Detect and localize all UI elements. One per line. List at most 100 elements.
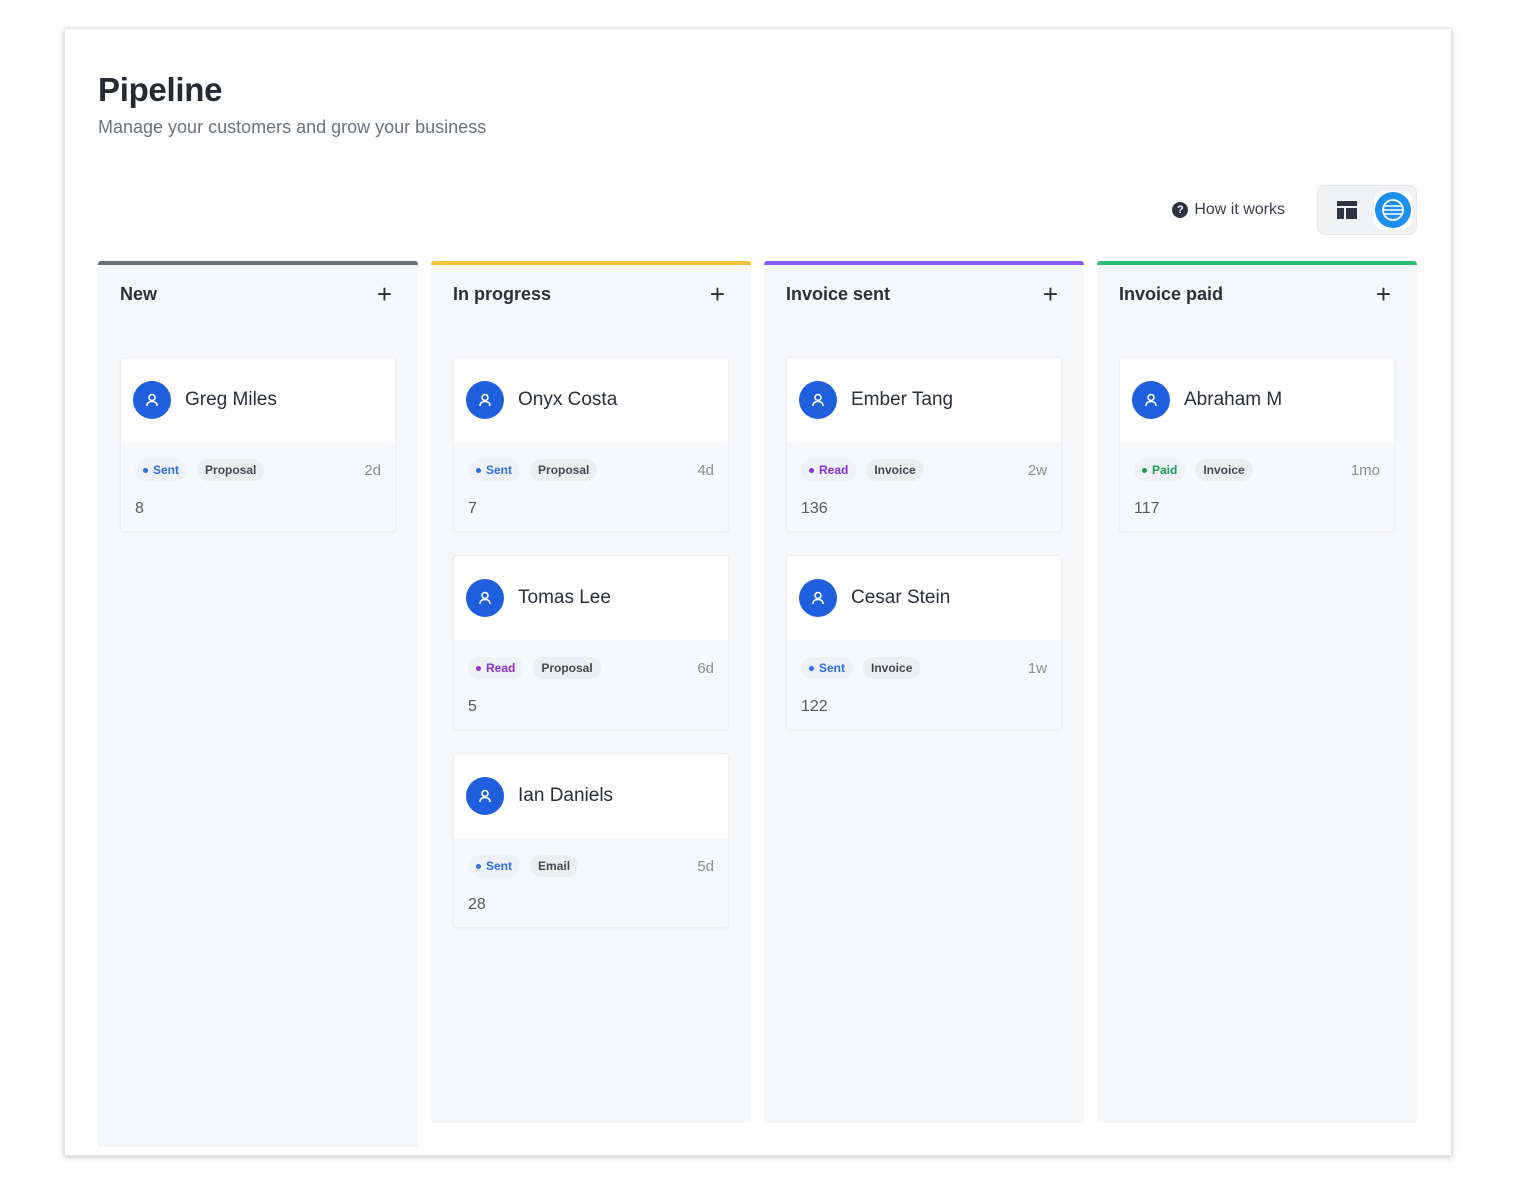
how-it-works-link[interactable]: ? How it works	[1172, 201, 1285, 219]
pipeline-column-invoice-paid: Invoice paid + Abraham M Paid Invoice 1m…	[1097, 261, 1417, 1123]
toolbar: ? How it works	[1172, 185, 1417, 235]
status-badge: Sent	[801, 657, 854, 679]
card-meta: Sent Email 5d	[454, 838, 728, 880]
add-card-button[interactable]: +	[1043, 281, 1058, 307]
status-badge: Sent	[468, 855, 521, 877]
card-count: 8	[135, 500, 144, 517]
card-header: Greg Miles	[121, 358, 395, 442]
document-type-badge: Invoice	[1195, 459, 1253, 481]
customer-card[interactable]: Cesar Stein Sent Invoice 1w 122	[786, 555, 1062, 730]
card-count: 136	[801, 500, 828, 517]
card-meta: Sent Invoice 1w	[787, 640, 1061, 682]
board-view-button[interactable]	[1328, 191, 1366, 229]
add-card-button[interactable]: +	[377, 281, 392, 307]
document-type-badge: Invoice	[866, 459, 924, 481]
customer-name: Tomas Lee	[518, 587, 611, 608]
add-card-button[interactable]: +	[1376, 281, 1391, 307]
card-count: 117	[1134, 500, 1160, 517]
view-toggle	[1317, 185, 1417, 235]
pipeline-column-invoice-sent: Invoice sent + Ember Tang Read Invoice 2…	[764, 261, 1084, 1123]
globe-view-button[interactable]	[1374, 191, 1412, 229]
status-label: Paid	[1152, 463, 1178, 477]
card-meta: Sent Proposal 4d	[454, 442, 728, 484]
card-age: 4d	[697, 461, 714, 479]
status-badge: Sent	[135, 459, 188, 481]
card-list: Ember Tang Read Invoice 2w 136 Cesar Ste…	[764, 323, 1084, 730]
card-age: 5d	[697, 857, 714, 875]
how-it-works-label: How it works	[1194, 201, 1285, 218]
column-title: Invoice paid	[1119, 283, 1224, 304]
column-header: Invoice paid +	[1097, 265, 1417, 323]
board-layout-icon	[1337, 201, 1357, 219]
document-type-badge: Proposal	[530, 459, 598, 481]
card-count: 7	[468, 500, 477, 517]
card-count: 122	[801, 698, 828, 715]
add-card-button[interactable]: +	[710, 281, 725, 307]
card-count: 28	[468, 896, 486, 913]
card-list: Abraham M Paid Invoice 1mo 117	[1097, 323, 1417, 532]
card-meta: Paid Invoice 1mo	[1120, 442, 1394, 484]
card-count: 5	[468, 698, 477, 715]
card-age: 2w	[1027, 461, 1047, 479]
pipeline-column-new: New + Greg Miles Sent Proposal 2d 8	[98, 261, 418, 1147]
document-type-badge: Proposal	[197, 459, 265, 481]
customer-card[interactable]: Onyx Costa Sent Proposal 4d 7	[453, 357, 729, 532]
status-dot-icon	[1142, 467, 1147, 473]
customer-name: Greg Miles	[185, 389, 277, 410]
user-avatar-icon	[799, 381, 837, 419]
document-type-badge: Email	[530, 855, 579, 877]
status-badge: Read	[468, 657, 524, 679]
card-list: Greg Miles Sent Proposal 2d 8	[98, 323, 418, 532]
column-title: New	[120, 283, 158, 304]
pipeline-board: New + Greg Miles Sent Proposal 2d 8 In p	[98, 261, 1417, 1147]
customer-name: Ian Daniels	[518, 785, 614, 806]
status-dot-icon	[809, 467, 814, 473]
status-label: Read	[819, 463, 849, 477]
card-age: 2d	[364, 461, 381, 479]
status-dot-icon	[143, 467, 148, 473]
user-avatar-icon	[466, 579, 504, 617]
customer-card[interactable]: Ember Tang Read Invoice 2w 136	[786, 357, 1062, 532]
card-header: Ian Daniels	[454, 754, 728, 838]
customer-card[interactable]: Greg Miles Sent Proposal 2d 8	[120, 357, 396, 532]
card-meta: Read Proposal 6d	[454, 640, 728, 682]
card-age: 1w	[1027, 659, 1047, 677]
column-title: Invoice sent	[786, 283, 891, 304]
page-title: Pipeline	[98, 71, 223, 108]
page-subtitle: Manage your customers and grow your busi…	[98, 117, 487, 137]
card-header: Onyx Costa	[454, 358, 728, 442]
customer-name: Onyx Costa	[518, 389, 618, 410]
customer-card[interactable]: Abraham M Paid Invoice 1mo 117	[1119, 357, 1395, 532]
column-header: New +	[98, 265, 418, 323]
card-header: Cesar Stein	[787, 556, 1061, 640]
card-header: Ember Tang	[787, 358, 1061, 442]
status-label: Sent	[153, 463, 180, 477]
card-meta: Sent Proposal 2d	[121, 442, 395, 484]
customer-card[interactable]: Ian Daniels Sent Email 5d 28	[453, 753, 729, 928]
status-label: Read	[486, 661, 516, 675]
customer-name: Abraham M	[1184, 389, 1283, 410]
card-list: Onyx Costa Sent Proposal 4d 7 Tomas Lee	[431, 323, 751, 928]
card-age: 6d	[697, 659, 714, 677]
status-label: Sent	[486, 463, 513, 477]
globe-icon	[1375, 192, 1411, 228]
status-dot-icon	[476, 467, 481, 473]
status-label: Sent	[819, 661, 846, 675]
customer-name: Ember Tang	[851, 389, 954, 410]
card-header: Tomas Lee	[454, 556, 728, 640]
pipeline-window: Pipeline Manage your customers and grow …	[64, 28, 1452, 1156]
customer-card[interactable]: Tomas Lee Read Proposal 6d 5	[453, 555, 729, 730]
user-avatar-icon	[466, 381, 504, 419]
status-label: Sent	[486, 859, 513, 873]
question-circle-icon: ?	[1172, 202, 1189, 218]
user-avatar-icon	[466, 777, 504, 815]
card-age: 1mo	[1350, 461, 1380, 479]
column-header: In progress +	[431, 265, 751, 323]
user-avatar-icon	[133, 381, 171, 419]
status-badge: Read	[801, 459, 857, 481]
pipeline-column-in-progress: In progress + Onyx Costa Sent Proposal 4…	[431, 261, 751, 1123]
status-dot-icon	[809, 665, 814, 671]
user-avatar-icon	[799, 579, 837, 617]
status-dot-icon	[476, 665, 481, 671]
card-header: Abraham M	[1120, 358, 1394, 442]
